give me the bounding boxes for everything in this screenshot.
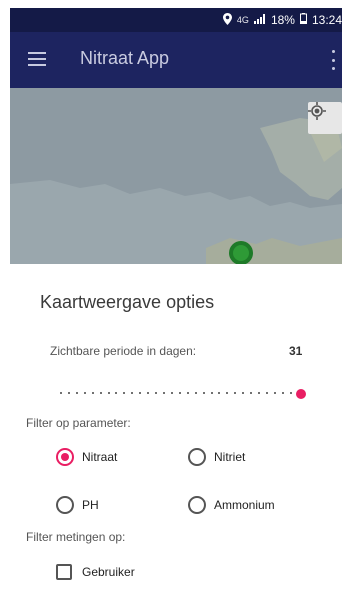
slider-tick	[123, 392, 126, 394]
slider-tick	[178, 392, 181, 394]
slider-tick	[115, 392, 118, 394]
checkbox-label: Gebruiker	[82, 565, 135, 579]
radio-circle	[188, 448, 206, 466]
slider-tick	[210, 392, 213, 394]
my-location-button[interactable]	[308, 102, 342, 134]
radio-label: Nitraat	[82, 450, 118, 464]
battery-icon	[299, 13, 307, 27]
more-vert-icon[interactable]	[330, 50, 336, 70]
radio-label: Ammonium	[214, 498, 275, 512]
radio-circle	[56, 448, 74, 466]
slider-tick	[147, 392, 150, 394]
slider-tick	[273, 392, 276, 394]
sheet-title: Kaartweergave opties	[40, 292, 215, 312]
radio-ammonium[interactable]: Ammonium	[188, 496, 275, 514]
slider-tick	[234, 392, 237, 394]
radio-label: Nitriet	[214, 450, 246, 464]
slider-tick	[265, 392, 268, 394]
period-slider[interactable]	[60, 386, 306, 402]
slider-tick	[162, 392, 165, 394]
radio-label: PH	[82, 498, 99, 512]
map-view[interactable]	[10, 88, 342, 264]
location-pin-icon	[222, 12, 232, 28]
slider-tick	[131, 392, 134, 394]
map-land-shapes	[10, 88, 342, 264]
hamburger-menu-icon[interactable]	[28, 52, 46, 66]
status-time: 13:24	[311, 13, 342, 27]
slider-tick	[258, 392, 261, 394]
parameter-filter-label: Filter op parameter:	[26, 416, 131, 430]
slider-tick	[99, 392, 102, 394]
slider-tick	[60, 392, 62, 394]
slider-tick	[139, 392, 142, 394]
app-frame: 4G 18% 13:24 Nitraat App Kaartweergave o…	[10, 8, 342, 612]
slider-tick	[242, 392, 245, 394]
user-filter-checkbox[interactable]: Gebruiker	[56, 564, 135, 580]
slider-tick	[202, 392, 205, 394]
slider-tick	[218, 392, 221, 394]
battery-percent: 18%	[270, 13, 295, 27]
radio-circle	[188, 496, 206, 514]
slider-thumb[interactable]	[296, 389, 306, 399]
status-bar: 4G 18% 13:24	[10, 8, 342, 32]
signal-bars-icon	[253, 13, 266, 27]
visible-period-value: 31	[289, 344, 303, 358]
slider-tick	[194, 392, 197, 394]
slider-tick	[186, 392, 189, 394]
slider-tick	[226, 392, 229, 394]
radio-nitraat[interactable]: Nitraat	[56, 448, 117, 466]
slider-tick	[250, 392, 253, 394]
measurement-filter-label: Filter metingen op:	[26, 530, 126, 544]
radio-nitriet[interactable]: Nitriet	[188, 448, 245, 466]
app-title: Nitraat App	[80, 48, 170, 68]
slider-tick	[155, 392, 158, 394]
radio-circle	[56, 496, 74, 514]
slider-tick	[75, 392, 78, 394]
slider-tick	[170, 392, 173, 394]
slider-ticks	[60, 392, 300, 395]
app-bar: Nitraat App	[10, 32, 342, 88]
slider-tick	[83, 392, 86, 394]
map-options-sheet: Kaartweergave opties Zichtbare periode i…	[10, 264, 342, 612]
radio-ph[interactable]: PH	[56, 496, 99, 514]
checkbox-box	[56, 564, 72, 580]
visible-period-label: Zichtbare periode in dagen:	[50, 344, 197, 358]
slider-tick	[91, 392, 94, 394]
network-type: 4G	[236, 15, 249, 25]
slider-tick	[67, 392, 70, 394]
slider-tick	[289, 392, 292, 394]
slider-tick	[107, 392, 110, 394]
slider-tick	[281, 392, 284, 394]
